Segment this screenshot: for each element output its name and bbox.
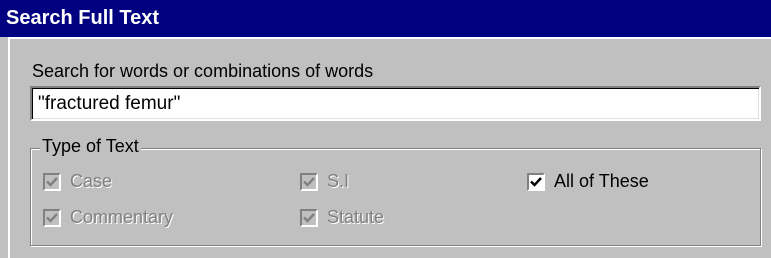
- checkmark-icon: [46, 176, 58, 187]
- si-checkbox[interactable]: S.I: [300, 171, 349, 192]
- statute-checkbox-box[interactable]: [300, 208, 318, 227]
- dialog-title: Search Full Text: [6, 7, 160, 29]
- all-of-these-checkbox[interactable]: All of These: [527, 171, 649, 192]
- si-checkbox-box[interactable]: [300, 172, 318, 191]
- case-checkbox-label: Case: [70, 171, 113, 191]
- type-of-text-legend: Type of Text: [40, 136, 141, 157]
- type-of-text-group: [30, 148, 761, 246]
- checkmark-icon: [46, 212, 58, 223]
- checkmark-icon: [303, 212, 315, 223]
- search-input[interactable]: [30, 86, 761, 121]
- statute-checkbox-label: Statute: [327, 207, 385, 227]
- all-of-these-checkbox-label: All of These: [554, 171, 649, 191]
- all-of-these-checkbox-box[interactable]: [527, 172, 545, 191]
- checkmark-icon: [303, 176, 315, 187]
- commentary-checkbox[interactable]: Commentary: [43, 207, 173, 228]
- dialog-title-bar: Search Full Text: [0, 0, 771, 37]
- search-field-label: Search for words or combinations of word…: [32, 61, 374, 81]
- commentary-checkbox-label: Commentary: [70, 207, 174, 227]
- case-checkbox[interactable]: Case: [43, 171, 112, 192]
- checkmark-icon: [530, 176, 542, 187]
- si-checkbox-label: S.I: [327, 171, 350, 191]
- case-checkbox-box[interactable]: [43, 172, 61, 191]
- statute-checkbox[interactable]: Statute: [300, 207, 384, 228]
- commentary-checkbox-box[interactable]: [43, 208, 61, 227]
